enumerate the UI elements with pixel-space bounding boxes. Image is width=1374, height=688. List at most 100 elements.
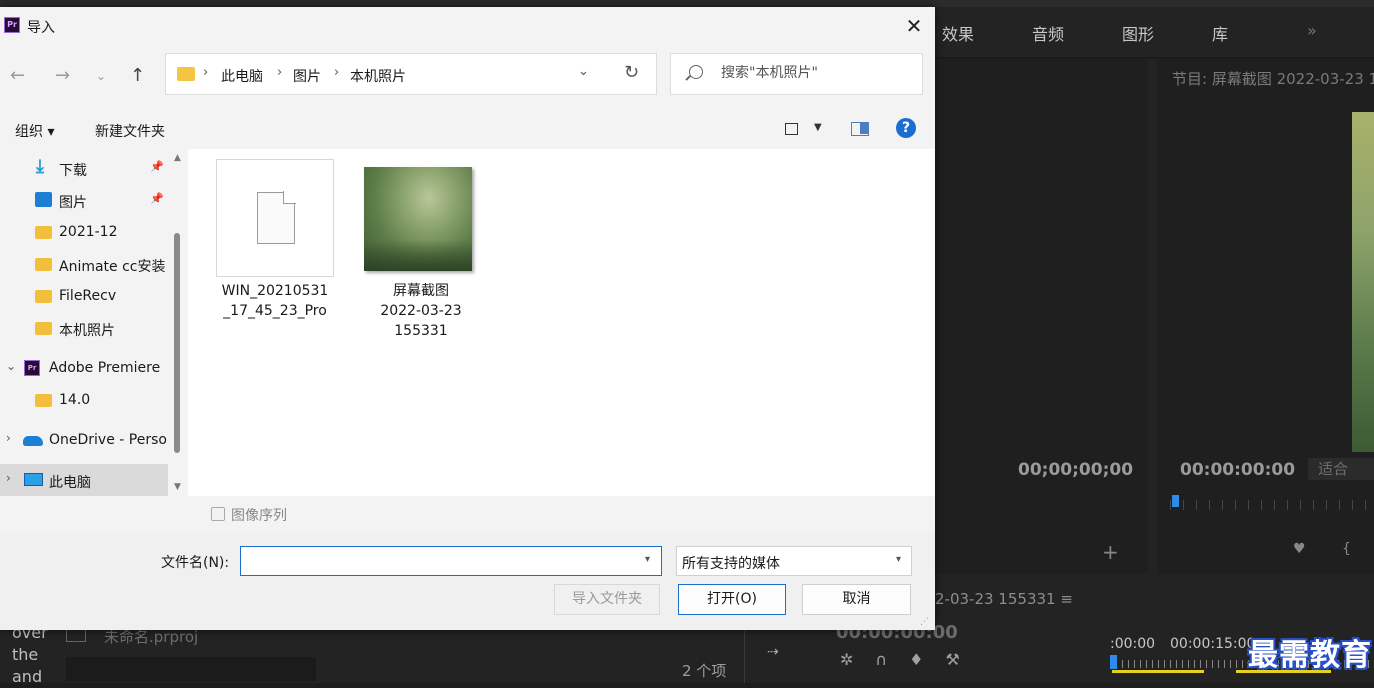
breadcrumb-this-pc[interactable]: 此电脑: [221, 66, 263, 86]
breadcrumb-local-photos[interactable]: 本机照片: [350, 66, 406, 86]
navigation-scrollbar[interactable]: ▲ ▼: [171, 149, 186, 496]
command-bar: 组织 ▾ 新建文件夹 ▼ ?: [0, 111, 935, 149]
breadcrumb-separator-icon[interactable]: ›: [277, 65, 282, 80]
info-panel-text: over the and: [12, 623, 48, 686]
cancel-button[interactable]: 取消: [802, 584, 911, 615]
help-icon[interactable]: ?: [896, 118, 916, 138]
sequence-tab[interactable]: 2-03-23 155331 ≡: [935, 590, 1073, 608]
sidebar-item-this-pc[interactable]: › 此电脑: [0, 464, 168, 496]
tab-libraries[interactable]: 库: [1212, 21, 1228, 45]
work-area-bar[interactable]: [1112, 670, 1204, 673]
document-icon: [257, 191, 296, 244]
pin-icon[interactable]: 📌: [150, 160, 164, 173]
fit-dropdown[interactable]: 适合: [1308, 458, 1374, 480]
filename-field[interactable]: ▾: [240, 546, 662, 576]
project-search-input[interactable]: [66, 657, 316, 681]
timeline-tools: ✲∩♦⚒: [840, 650, 982, 669]
resize-grip-icon[interactable]: ⋰: [920, 617, 929, 627]
file-name: 屏幕截图 2022-03-23 155331: [380, 283, 462, 339]
project-item-count: 2 个项: [682, 662, 727, 680]
marker-icon[interactable]: ♥: [1293, 541, 1306, 557]
source-add-button[interactable]: +: [1102, 540, 1119, 564]
program-monitor: [1157, 59, 1374, 574]
view-mode-icon[interactable]: [785, 123, 798, 135]
premiere-folder-icon: Pr: [24, 360, 40, 376]
chevron-down-icon[interactable]: ▾: [896, 554, 901, 565]
dialog-titlebar[interactable]: Pr 导入 ✕: [0, 7, 935, 45]
add-marker-icon[interactable]: ♦: [909, 650, 945, 669]
filename-label: 文件名(N):: [161, 555, 230, 571]
filetype-value: 所有支持的媒体: [682, 556, 780, 572]
source-timecode[interactable]: 00;00;00;00: [1018, 460, 1133, 480]
image-sequence-checkbox[interactable]: [211, 507, 225, 521]
forward-arrow-icon[interactable]: →: [55, 65, 70, 86]
snap-icon[interactable]: ✲: [840, 650, 875, 669]
tab-effects[interactable]: 效果: [942, 21, 974, 45]
search-input[interactable]: [721, 65, 911, 81]
address-bar[interactable]: › 此电脑 › 图片 › 本机照片 ⌄ ↻: [165, 53, 657, 95]
file-name: WIN_20210531 _17_45_23_Pro: [221, 283, 329, 319]
open-button[interactable]: 打开(O): [678, 584, 786, 615]
tabs-overflow-icon[interactable]: »: [1307, 21, 1317, 40]
sidebar-item-14-0[interactable]: 14.0: [0, 384, 168, 416]
program-time-ruler[interactable]: [1170, 500, 1374, 510]
scroll-thumb[interactable]: [174, 233, 180, 453]
new-folder-button[interactable]: 新建文件夹: [95, 121, 165, 141]
linked-selection-icon[interactable]: ∩: [875, 650, 909, 669]
folder-icon: [35, 394, 52, 407]
refresh-icon[interactable]: ↻: [624, 62, 639, 83]
tab-audio[interactable]: 音频: [1032, 21, 1064, 45]
sidebar-item-local-photos[interactable]: 本机照片: [0, 312, 168, 344]
breadcrumb-separator-icon[interactable]: ›: [203, 65, 208, 80]
view-dropdown-icon[interactable]: ▼: [814, 122, 822, 133]
sidebar-item-filerecv[interactable]: FileRecv: [0, 280, 168, 312]
watermark-logo: 最需教育: [1248, 638, 1372, 673]
filename-dropdown-icon[interactable]: ▾: [645, 554, 650, 565]
computer-icon: [24, 473, 43, 486]
folder-icon: [35, 322, 52, 335]
breadcrumb-separator-icon[interactable]: ›: [334, 65, 339, 80]
dialog-title: 导入: [27, 20, 55, 36]
pin-icon[interactable]: 📌: [150, 192, 164, 205]
close-button[interactable]: ✕: [896, 11, 932, 41]
preview-pane-icon[interactable]: [851, 122, 869, 136]
up-arrow-icon[interactable]: ↑: [130, 65, 145, 86]
scroll-down-icon[interactable]: ▼: [174, 482, 181, 492]
program-playhead[interactable]: [1172, 495, 1179, 507]
navigation-bar: ← → ⌄ ↑ › 此电脑 › 图片 › 本机照片 ⌄ ↻: [0, 53, 935, 101]
chevron-right-icon[interactable]: ›: [6, 471, 11, 485]
mark-in-icon[interactable]: {: [1342, 541, 1351, 557]
address-dropdown-icon[interactable]: ⌄: [578, 64, 589, 79]
organize-menu-button[interactable]: 组织 ▾: [15, 121, 54, 141]
scroll-up-icon[interactable]: ▲: [174, 153, 181, 163]
filetype-select[interactable]: 所有支持的媒体 ▾: [676, 546, 912, 576]
navigation-pane: ⤓ 下载 📌 图片 📌 2021-12 Animate cc安装 FileRec…: [0, 149, 186, 496]
file-thumbnail[interactable]: [216, 159, 334, 277]
timeline-ruler-label: :00:00: [1110, 636, 1156, 652]
chevron-down-icon[interactable]: ⌄: [6, 359, 16, 373]
timeline-ruler-label: 00:00:15:00: [1170, 636, 1256, 652]
sidebar-item-2021-12[interactable]: 2021-12: [0, 216, 168, 248]
program-timecode[interactable]: 00:00:00:00: [1180, 460, 1295, 480]
search-box[interactable]: [670, 53, 923, 95]
sidebar-item-animate-cc[interactable]: Animate cc安装: [0, 248, 168, 280]
import-folder-button[interactable]: 导入文件夹: [554, 584, 660, 615]
sidebar-item-onedrive[interactable]: › OneDrive - Perso: [0, 424, 168, 456]
sidebar-item-pictures[interactable]: 图片 📌: [0, 184, 168, 216]
breadcrumb-pictures[interactable]: 图片: [293, 66, 321, 86]
search-icon: [689, 65, 703, 79]
chevron-right-icon[interactable]: ›: [6, 431, 11, 445]
onedrive-cloud-icon: [23, 436, 43, 446]
track-select-icon[interactable]: ⇢: [767, 644, 779, 660]
recent-locations-chevron-icon[interactable]: ⌄: [96, 69, 106, 83]
settings-wrench-icon[interactable]: ⚒: [945, 650, 981, 669]
source-monitor: [935, 59, 1148, 574]
back-arrow-icon[interactable]: ←: [10, 65, 25, 86]
premiere-panel-tabs: 效果 音频 图形 库 »: [935, 7, 1374, 59]
sidebar-item-adobe-premiere[interactable]: ⌄ Pr Adobe Premiere: [0, 352, 168, 384]
image-thumbnail[interactable]: [364, 167, 472, 271]
dialog-footer: 文件名(N): ▾ 所有支持的媒体 ▾ 导入文件夹 打开(O) 取消: [0, 532, 935, 630]
timeline-playhead[interactable]: [1110, 655, 1117, 669]
tab-graphics[interactable]: 图形: [1122, 21, 1154, 45]
sidebar-item-downloads[interactable]: ⤓ 下载 📌: [0, 152, 168, 184]
